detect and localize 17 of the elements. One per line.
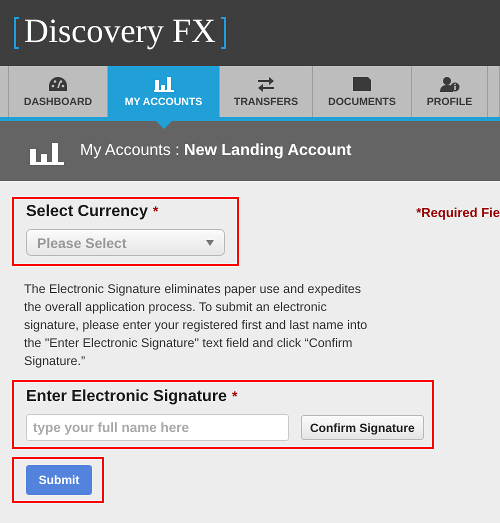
user-info-icon bbox=[440, 76, 460, 92]
dropdown-caret-icon bbox=[206, 240, 214, 246]
field-label: Enter Electronic Signature bbox=[26, 388, 227, 406]
swap-arrows-icon bbox=[256, 76, 276, 92]
submit-button[interactable]: Submit bbox=[26, 465, 92, 495]
bar-chart-icon bbox=[154, 76, 174, 92]
page-title: My Accounts : New Landing Account bbox=[80, 142, 352, 160]
folder-icon bbox=[352, 76, 372, 92]
signature-input[interactable]: type your full name here bbox=[26, 414, 289, 441]
gauge-icon bbox=[48, 76, 68, 92]
required-mark: * bbox=[232, 388, 238, 404]
confirm-signature-button[interactable]: Confirm Signature bbox=[301, 415, 424, 440]
required-fields-note: *Required Fie bbox=[416, 205, 500, 220]
required-mark: * bbox=[152, 203, 158, 219]
field-label: Select Currency bbox=[26, 203, 148, 221]
description-text: The Electronic Signature eliminates paper use and expedites the overall application process. To submit an electronic signature, please enter your registered first and last name into the "Enter Electronic Signature" text field and click “Confirm Signature.” bbox=[24, 281, 368, 370]
logo: Discovery FX bbox=[14, 15, 226, 51]
